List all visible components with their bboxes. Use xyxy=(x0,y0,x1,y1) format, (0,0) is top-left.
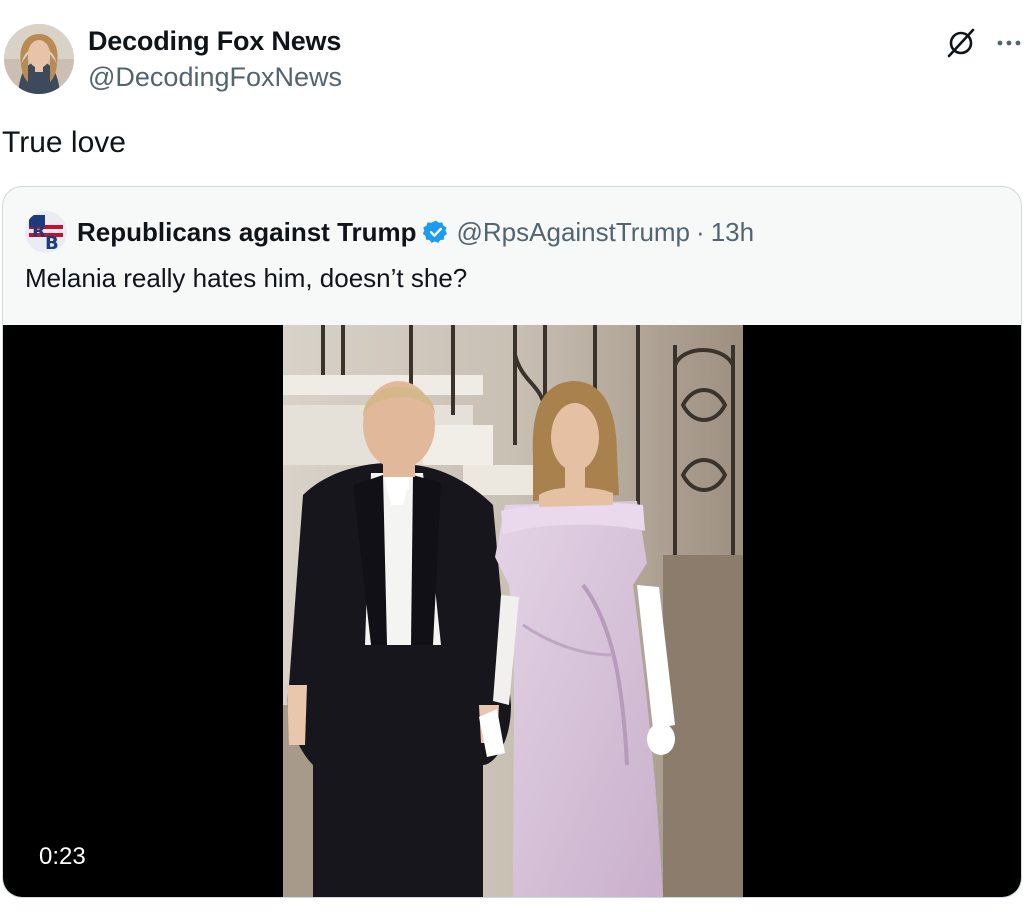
quoted-author-handle[interactable]: @RpsAgainstTrump xyxy=(457,217,691,248)
verified-badge-icon xyxy=(422,219,449,245)
author-name[interactable]: Decoding Fox News xyxy=(88,26,341,57)
tweet: Decoding Fox News @DecodingFoxNews True … xyxy=(0,0,1036,912)
quoted-tweet-card[interactable]: R B Republicans against Trump @RpsAgains… xyxy=(2,186,1022,898)
author-avatar[interactable] xyxy=(4,24,74,94)
quoted-tweet-text: Melania really hates him, doesn’t she? xyxy=(25,263,468,293)
quoted-author-avatar[interactable]: R B xyxy=(25,211,67,253)
video-player[interactable]: 0:23 xyxy=(3,325,1021,897)
author-handle[interactable]: @DecodingFoxNews xyxy=(88,62,342,93)
video-duration: 0:23 xyxy=(39,843,86,870)
quoted-tweet-header: R B Republicans against Trump @RpsAgains… xyxy=(25,211,754,253)
grok-slash-icon[interactable] xyxy=(944,26,978,60)
quoted-author-name[interactable]: Republicans against Trump xyxy=(77,217,417,248)
svg-text:R: R xyxy=(32,221,46,242)
video-frame[interactable] xyxy=(283,325,743,897)
quoted-timestamp[interactable]: 13h xyxy=(711,217,754,248)
more-dots-icon[interactable] xyxy=(996,38,1022,48)
svg-text:B: B xyxy=(45,233,59,253)
separator-dot: · xyxy=(696,216,705,247)
tweet-text: True love xyxy=(2,126,126,159)
header-actions xyxy=(944,26,1022,60)
